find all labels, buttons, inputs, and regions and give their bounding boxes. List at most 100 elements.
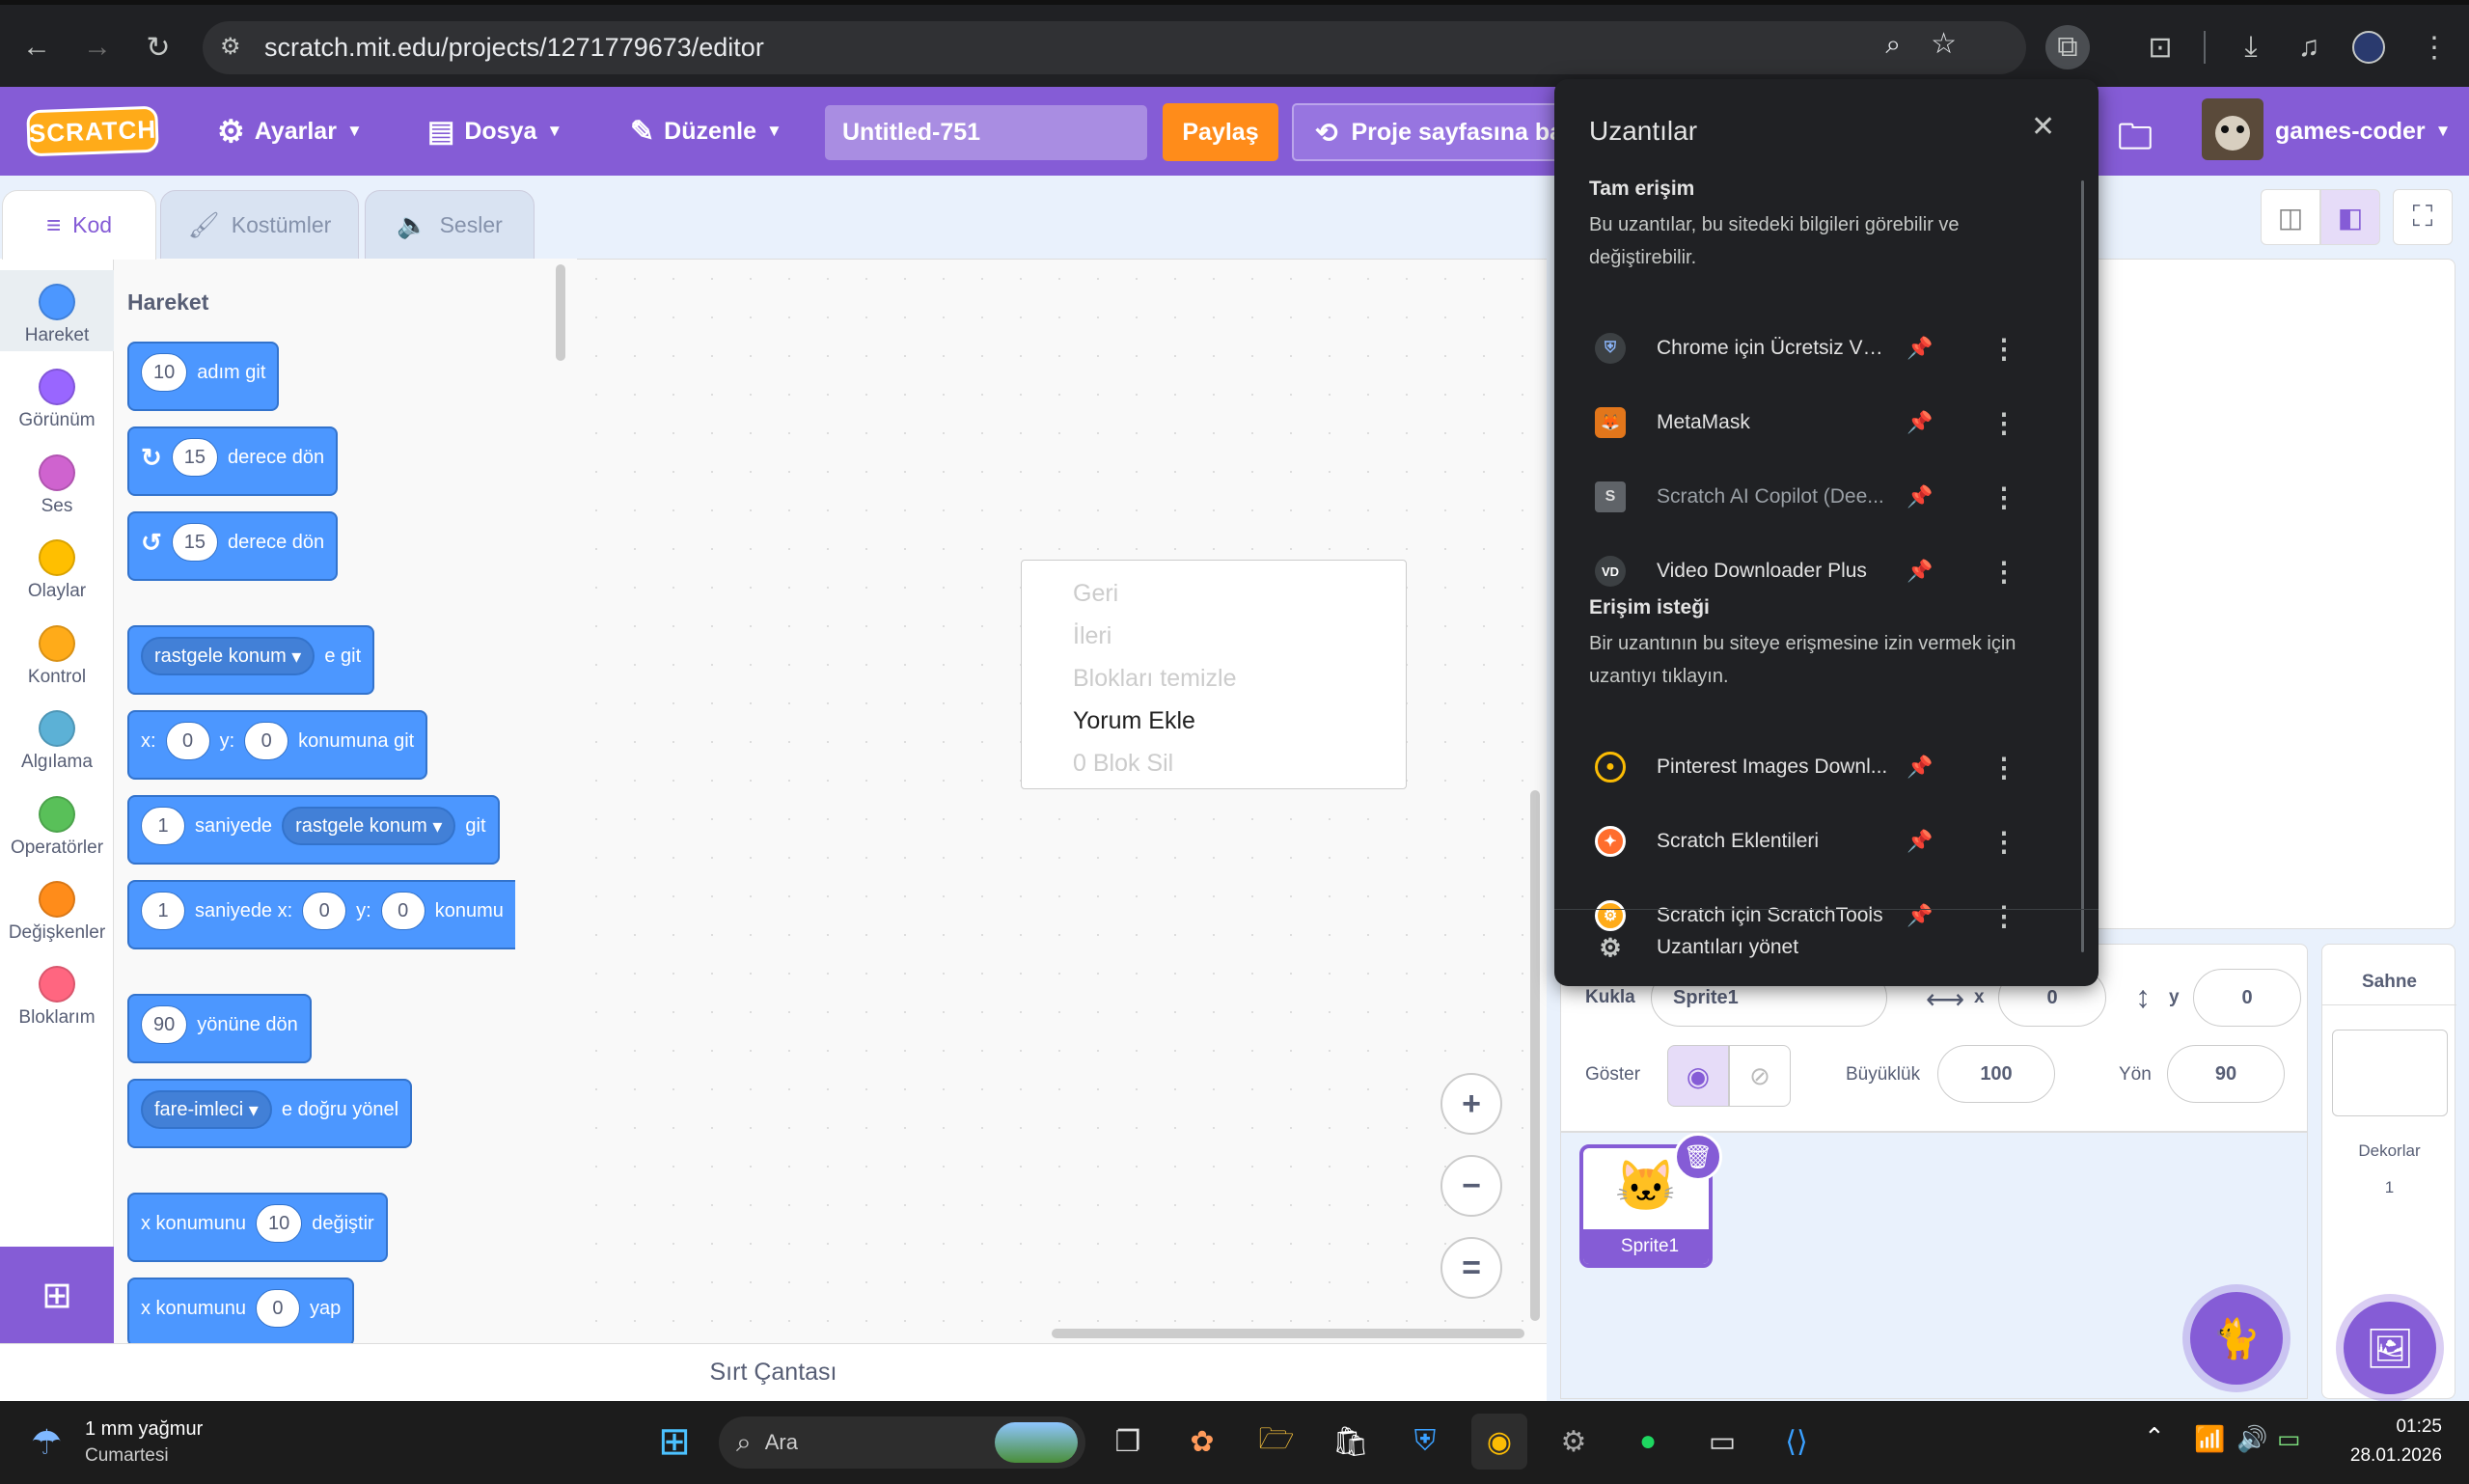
extensions-puzzle-icon[interactable]: ⧉ (2045, 25, 2090, 69)
block-input[interactable]: 0 (165, 722, 210, 760)
category-operators[interactable]: Operatörler (0, 783, 114, 859)
block-move-steps[interactable]: 10 adım git (127, 342, 280, 411)
back-icon[interactable]: ← (14, 25, 59, 69)
hide-sprite-eye-slash-icon[interactable]: ⊘ (1729, 1045, 1791, 1107)
windows-start-icon[interactable]: ⊞ (646, 1414, 702, 1470)
block-turn-right[interactable]: ↻ 15 derece dön (127, 426, 339, 496)
block-dropdown[interactable]: rastgele konum ▾ (141, 637, 315, 675)
category-variables[interactable]: Değişkenler (0, 867, 114, 944)
context-redo[interactable]: İleri (1022, 615, 1406, 657)
site-info-icon[interactable]: ⚙ (220, 33, 241, 61)
delete-sprite-trash-icon[interactable]: 🗑 (1674, 1133, 1722, 1181)
close-icon[interactable]: ✕ (2031, 110, 2055, 144)
profile-avatar-icon[interactable] (2346, 25, 2391, 69)
my-stuff-folder-icon[interactable]: 🗀 (2118, 112, 2153, 171)
taskbar-search[interactable]: ⌕ Ara (719, 1416, 1085, 1469)
block-glide-to[interactable]: 1 saniyede rastgele konum ▾ git (127, 795, 500, 865)
download-icon[interactable]: ⤓ (2229, 25, 2273, 69)
block-input[interactable]: 10 (255, 1204, 303, 1243)
pin-icon[interactable]: 📌 (1907, 484, 1933, 509)
file-menu[interactable]: ▤ Dosya ▼ (427, 87, 562, 176)
backpack-bar[interactable]: Sırt Çantası (0, 1343, 1547, 1401)
block-go-to-xy[interactable]: x: 0 y: 0 konumuna git (127, 710, 428, 780)
block-input[interactable]: 15 (171, 438, 219, 477)
palette-scrollbar[interactable] (556, 264, 565, 361)
bookmark-star-icon[interactable]: ☆ (1931, 27, 1957, 61)
settings-menu[interactable]: ⚙ Ayarlar ▼ (217, 87, 363, 176)
block-input[interactable]: 1 (141, 892, 185, 930)
tray-chevron-up-icon[interactable]: ⌃ (2144, 1422, 2165, 1452)
project-title-input[interactable]: Untitled-751 (825, 105, 1147, 160)
more-options-icon[interactable]: ⋮ (1990, 556, 2017, 588)
choose-backdrop-button[interactable]: 🖼 (2344, 1302, 2436, 1394)
context-delete-blocks[interactable]: 0 Blok Sil (1022, 742, 1406, 784)
weather-title[interactable]: 1 mm yağmur (85, 1418, 203, 1441)
account-menu[interactable]: games-coder ▼ (2275, 87, 2451, 176)
clock-date[interactable]: 28.01.2026 (2350, 1445, 2442, 1467)
forward-icon[interactable]: → (75, 25, 120, 69)
block-point-direction[interactable]: 90 yönüne dön (127, 994, 312, 1063)
zoom-icon[interactable]: ⌕ (1885, 29, 1901, 61)
spotify-icon[interactable]: ● (1620, 1414, 1676, 1470)
defender-shield-icon[interactable]: ⛨ (1397, 1414, 1453, 1470)
add-extension-button[interactable]: ⊞ (0, 1247, 114, 1343)
context-undo[interactable]: Geri (1022, 572, 1406, 615)
size-input[interactable]: 100 (1937, 1045, 2055, 1103)
block-point-towards[interactable]: fare-imleci ▾ e doğru yönel (127, 1079, 413, 1148)
chrome-taskbar-icon[interactable]: ◉ (1471, 1414, 1527, 1470)
m365-copilot-icon[interactable]: ✿ (1174, 1414, 1230, 1470)
workspace-vertical-scrollbar[interactable] (1530, 790, 1540, 1321)
block-input[interactable]: 10 (141, 353, 188, 392)
clock-time[interactable]: 01:25 (2396, 1416, 2442, 1438)
category-my-blocks[interactable]: Bloklarım (0, 952, 114, 1029)
zoom-out-button[interactable]: − (1440, 1155, 1502, 1217)
choose-sprite-button[interactable]: 🐈 (2190, 1292, 2283, 1385)
category-motion[interactable]: Hareket (0, 270, 114, 351)
stage-target-panel[interactable]: Sahne Dekorlar 1 🖼 (2321, 944, 2456, 1399)
reload-icon[interactable]: ↻ (136, 25, 180, 69)
pin-icon[interactable]: 📌 (1907, 336, 1933, 361)
block-go-to[interactable]: rastgele konum ▾ e git (127, 625, 375, 695)
category-control[interactable]: Kontrol (0, 612, 114, 688)
microsoft-store-icon[interactable]: 🛍 (1323, 1414, 1379, 1470)
user-avatar[interactable] (2202, 98, 2263, 160)
battery-icon[interactable]: ▭ (2277, 1424, 2301, 1454)
task-view-icon[interactable]: ❐ (1100, 1414, 1156, 1470)
pin-icon[interactable]: 📌 (1907, 829, 1933, 854)
more-options-icon[interactable]: ⋮ (1990, 407, 2017, 439)
zoom-in-button[interactable]: + (1440, 1073, 1502, 1135)
see-project-page-button[interactable]: ⟲ Proje sayfasına ba (1292, 103, 1581, 161)
media-control-icon[interactable]: ♫ (2287, 25, 2331, 69)
zoom-reset-button[interactable]: = (1440, 1237, 1502, 1299)
pin-icon[interactable]: 📌 (1907, 755, 1933, 780)
block-change-x[interactable]: x konumunu 10 değiştir (127, 1193, 388, 1262)
scratch-logo[interactable]: SCRATCH (26, 105, 159, 157)
block-input[interactable]: 0 (255, 1289, 300, 1328)
volume-icon[interactable]: 🔊 (2236, 1424, 2267, 1454)
address-bar[interactable]: ⚙ scratch.mit.edu/projects/1271779673/ed… (203, 21, 2026, 74)
context-clean-up[interactable]: Blokları temizle (1022, 657, 1406, 700)
block-input[interactable]: 1 (141, 807, 185, 845)
category-events[interactable]: Olaylar (0, 526, 114, 602)
small-stage-icon[interactable]: ◫ (2261, 189, 2320, 245)
vscode-icon[interactable]: ⟨⟩ (1769, 1414, 1824, 1470)
block-dropdown[interactable]: fare-imleci ▾ (141, 1090, 272, 1129)
category-sensing[interactable]: Algılama (0, 697, 114, 773)
tab-sounds[interactable]: 🔈 Sesler (365, 190, 535, 260)
backdrop-thumbnail[interactable] (2332, 1030, 2448, 1116)
more-options-icon[interactable]: ⋮ (1990, 333, 2017, 365)
more-options-icon[interactable]: ⋮ (1990, 481, 2017, 513)
wifi-icon[interactable]: 📶 (2194, 1424, 2225, 1454)
block-input[interactable]: 0 (302, 892, 347, 930)
lens-search-icon[interactable]: ⊡ (2138, 25, 2182, 69)
y-input[interactable]: 0 (2193, 969, 2301, 1027)
block-glide-to-xy[interactable]: 1 saniyede x: 0 y: 0 konumu (127, 880, 515, 949)
extension-row[interactable]: ● Pinterest Images Downl... 📌 ⋮ (1554, 730, 2099, 804)
share-button[interactable]: Paylaş (1163, 103, 1278, 161)
fullscreen-icon[interactable]: ⛶ (2393, 189, 2453, 245)
extension-row[interactable]: ✦ Scratch Eklentileri 📌 ⋮ (1554, 805, 2099, 878)
manage-extensions-row[interactable]: ⚙ Uzantıları yönet (1554, 911, 2099, 984)
file-explorer-icon[interactable]: 🗁 (1248, 1414, 1304, 1470)
extension-row[interactable]: ⛨ Chrome için Ücretsiz VP... 📌 ⋮ (1554, 312, 2099, 385)
block-input[interactable]: 0 (244, 722, 289, 760)
